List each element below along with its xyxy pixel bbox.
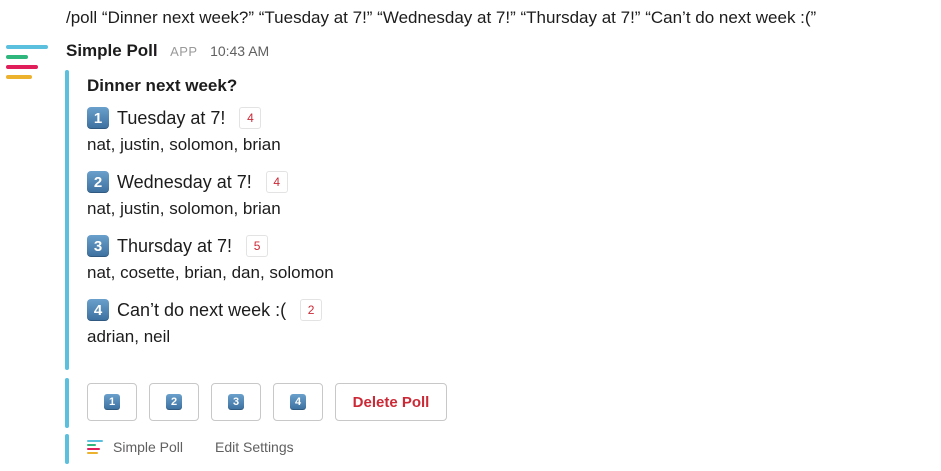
keycap-4-icon: 4 xyxy=(290,394,306,410)
slash-command-text: /poll “Dinner next week?” “Tuesday at 7!… xyxy=(66,8,817,27)
attachment-accent-bar xyxy=(65,434,69,464)
keycap-1-icon: 1 xyxy=(104,394,120,410)
simple-poll-logo-icon xyxy=(87,438,105,456)
vote-count-badge: 2 xyxy=(300,299,323,321)
option-label: Tuesday at 7! xyxy=(117,107,226,128)
message-timestamp[interactable]: 10:43 AM xyxy=(210,43,269,59)
vote-button-2[interactable]: 2 xyxy=(149,383,199,421)
keycap-1-icon: 1 xyxy=(87,107,109,129)
poll-option: 1 Tuesday at 7! 4 nat, justin, solomon, … xyxy=(87,104,787,158)
vote-button-4[interactable]: 4 xyxy=(273,383,323,421)
delete-poll-button[interactable]: Delete Poll xyxy=(335,383,447,421)
footer-app-label: Simple Poll xyxy=(113,439,184,455)
keycap-3-icon: 3 xyxy=(228,394,244,410)
poll-action-buttons: 1 2 3 4 Delete Poll xyxy=(87,383,459,421)
keycap-2-icon: 2 xyxy=(166,394,182,410)
vote-button-1[interactable]: 1 xyxy=(87,383,137,421)
poll-option: 3 Thursday at 7! 5 nat, cosette, brian, … xyxy=(87,232,787,286)
attachment-accent-bar xyxy=(65,378,69,428)
vote-count-badge: 4 xyxy=(239,107,262,129)
vote-button-3[interactable]: 3 xyxy=(211,383,261,421)
voter-list: nat, cosette, brian, dan, solomon xyxy=(87,263,334,282)
attachment-footer: Simple Poll Edit Settings xyxy=(87,438,294,456)
app-name[interactable]: Simple Poll xyxy=(66,41,158,60)
option-label: Wednesday at 7! xyxy=(117,171,252,192)
keycap-4-icon: 4 xyxy=(87,299,109,321)
keycap-2-icon: 2 xyxy=(87,171,109,193)
poll-option: 2 Wednesday at 7! 4 nat, justin, solomon… xyxy=(87,168,787,222)
option-label: Can’t do next week :( xyxy=(117,299,287,320)
edit-settings-link[interactable]: Edit Settings xyxy=(215,439,294,455)
option-label: Thursday at 7! xyxy=(117,235,233,256)
voter-list: nat, justin, solomon, brian xyxy=(87,199,281,218)
poll-attachment: Dinner next week? 1 Tuesday at 7! 4 nat,… xyxy=(87,74,787,350)
message-header: Simple Poll APP 10:43 AM xyxy=(66,41,269,61)
keycap-3-icon: 3 xyxy=(87,235,109,257)
vote-count-badge: 5 xyxy=(246,235,269,257)
voter-list: nat, justin, solomon, brian xyxy=(87,135,281,154)
app-badge: APP xyxy=(170,44,198,59)
vote-count-badge: 4 xyxy=(265,171,288,193)
voter-list: adrian, neil xyxy=(87,327,171,346)
poll-title: Dinner next week? xyxy=(87,76,238,95)
poll-option: 4 Can’t do next week :( 2 adrian, neil xyxy=(87,296,787,350)
simple-poll-logo-icon[interactable] xyxy=(6,45,50,89)
attachment-accent-bar xyxy=(65,70,69,370)
